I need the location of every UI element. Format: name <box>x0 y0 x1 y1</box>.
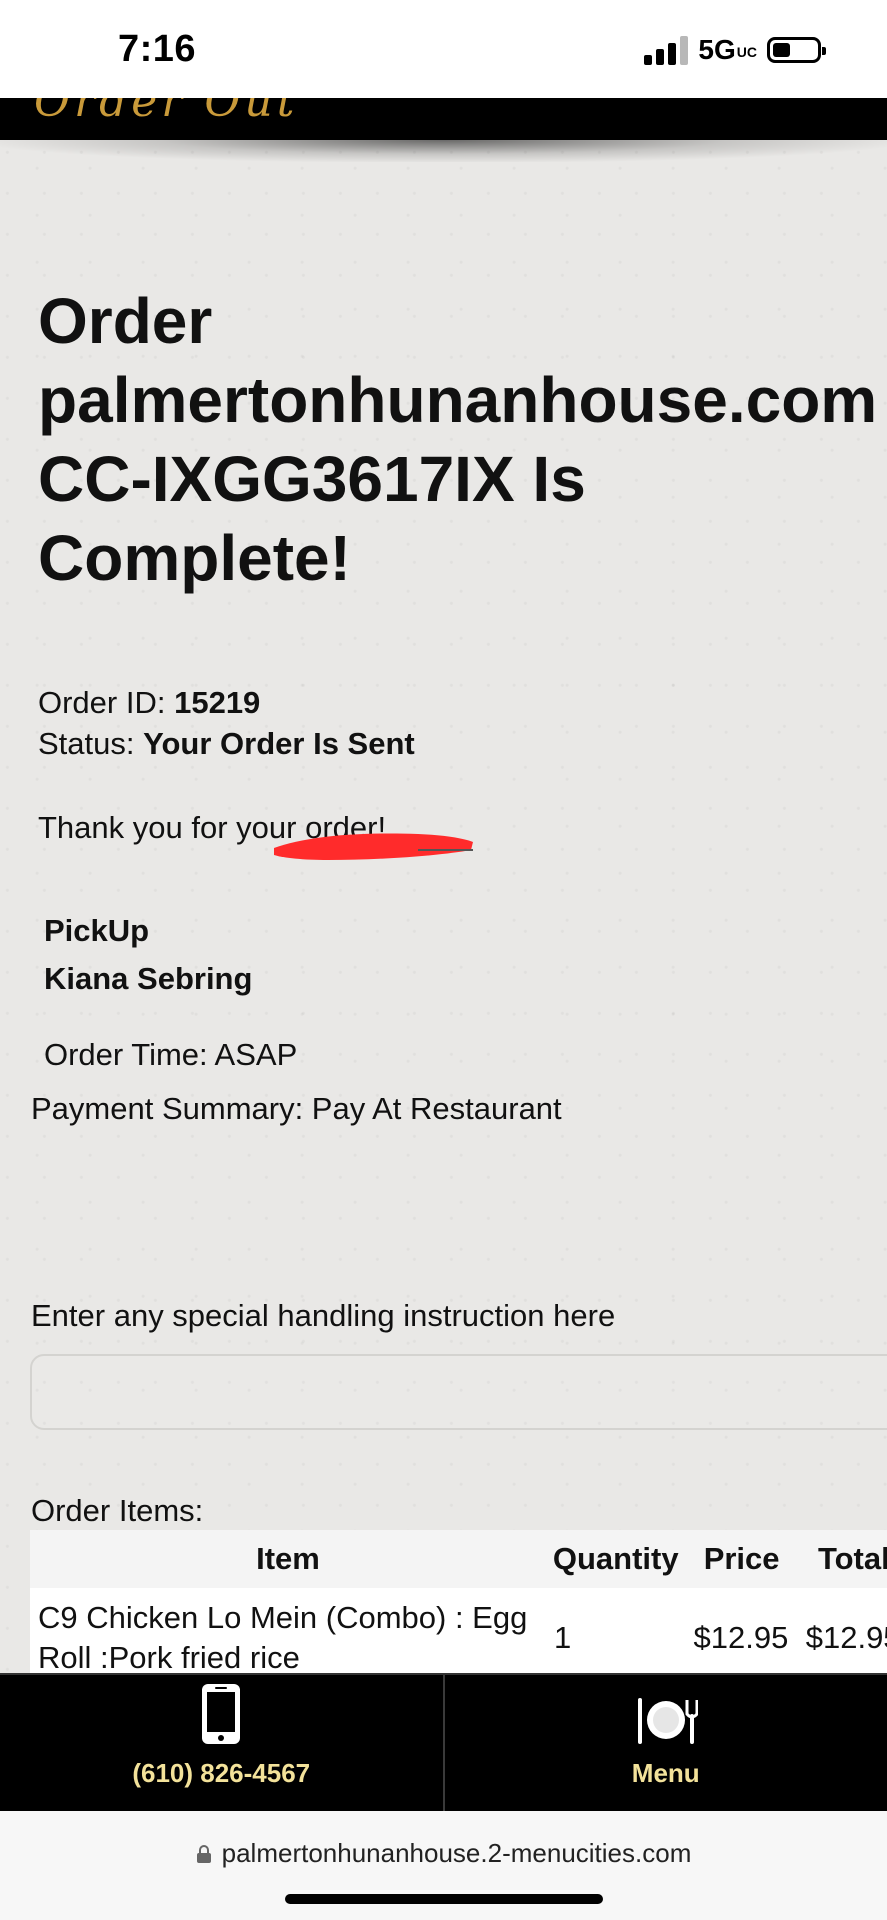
item-total-cell: $12.95 <box>797 1588 887 1673</box>
order-status-label: Status: <box>38 726 135 761</box>
network-type: 5GUC <box>698 34 757 65</box>
table-row: C9 Chicken Lo Mein (Combo) : Egg Roll :P… <box>30 1588 887 1673</box>
title-line-2: palmertonhunanhouse.com <box>38 364 878 436</box>
order-status-value: Your Order Is Sent <box>143 726 415 761</box>
special-instructions-input[interactable] <box>30 1354 887 1430</box>
status-time: 7:16 <box>118 28 197 70</box>
item-name-cell: C9 Chicken Lo Mein (Combo) : Egg Roll :P… <box>30 1588 546 1673</box>
menu-label: Menu <box>631 1758 700 1788</box>
menu-button[interactable]: Menu <box>442 1675 887 1811</box>
instruction-label: Enter any special handling instruction h… <box>31 1298 616 1333</box>
phone-icon <box>200 1682 242 1746</box>
url-text: palmertonhunanhouse.2-menucities.com <box>221 1838 692 1868</box>
header-shadow <box>0 140 887 162</box>
title-line-4: Complete! <box>38 522 351 594</box>
order-time: Order Time: ASAP <box>44 1037 298 1072</box>
call-restaurant-button[interactable]: (610) 826-4567 <box>0 1675 443 1811</box>
status-bar: 7:16 5GUC <box>0 0 887 98</box>
site-header: Order Out <box>0 98 887 140</box>
order-items-label: Order Items: <box>31 1493 204 1528</box>
phone-number-label: (610) 826-4567 <box>132 1758 311 1788</box>
cellular-signal-icon <box>644 35 689 65</box>
order-status-line: Status: Your Order Is Sent <box>38 726 415 762</box>
redaction-mark <box>274 833 473 860</box>
plate-utensils-icon <box>634 1696 698 1746</box>
column-header-total: Total <box>797 1530 887 1588</box>
order-items-table: Item Quantity Price Total C9 Chicken Lo … <box>30 1530 887 1673</box>
home-indicator[interactable] <box>285 1894 603 1904</box>
site-logo-script[interactable]: Order Out <box>34 98 298 127</box>
payment-summary: Payment Summary: Pay At Restaurant <box>31 1091 562 1126</box>
column-header-item: Item <box>30 1530 546 1588</box>
item-quantity-cell: 1 <box>546 1588 686 1673</box>
battery-icon <box>767 37 826 63</box>
order-id-line: Order ID: 15219 <box>38 685 260 721</box>
order-confirmation-content: Order palmertonhunanhouse.com CC-IXGG361… <box>0 140 887 1673</box>
fulfillment-method: PickUp <box>44 913 150 948</box>
page-title: Order palmertonhunanhouse.com CC-IXGG361… <box>38 282 887 598</box>
column-header-price: Price <box>685 1530 798 1588</box>
item-price-cell: $12.95 <box>685 1588 798 1673</box>
title-line-3: CC-IXGG3617IX Is <box>38 443 586 515</box>
customer-name: Kiana Sebring <box>44 961 253 996</box>
order-id-label: Order ID: <box>38 685 166 720</box>
lock-icon <box>196 1840 212 1871</box>
title-line-1: Order <box>38 285 213 357</box>
table-header-row: Item Quantity Price Total <box>30 1530 887 1588</box>
column-header-quantity: Quantity <box>546 1530 686 1588</box>
status-indicators: 5GUC <box>644 34 826 66</box>
bottom-nav: (610) 826-4567 Menu <box>0 1673 887 1811</box>
order-id-value: 15219 <box>174 685 261 720</box>
url-display[interactable]: palmertonhunanhouse.2-menucities.com <box>0 1838 887 1871</box>
